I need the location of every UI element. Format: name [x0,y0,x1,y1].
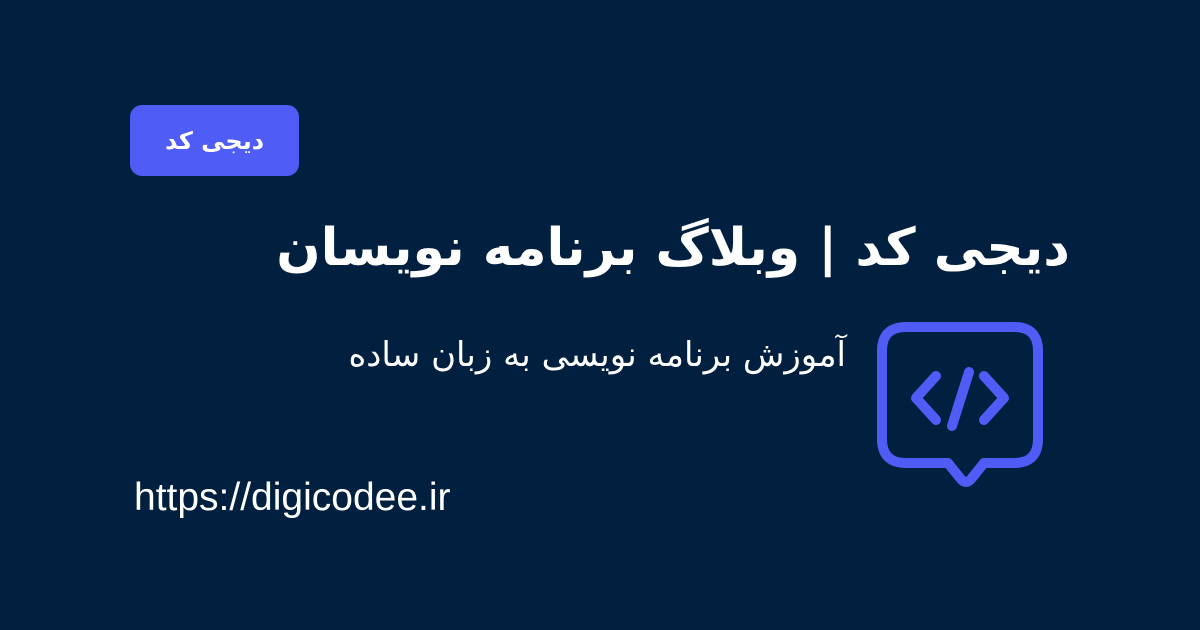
code-slash [947,367,974,431]
brand-badge: دیجی کد [130,105,299,176]
brand-badge-label: دیجی کد [164,126,265,155]
tagline: آموزش برنامه نویسی به زبان ساده [348,335,846,375]
code-bracket-right [979,371,1009,425]
social-card: دیجی کد دیجی کد | وبلاگ برنامه نویسان آم… [0,0,1200,630]
code-bracket-left [911,371,941,425]
page-title: دیجی کد | وبلاگ برنامه نویسان [276,218,1070,278]
code-chat-bubble-icon [872,318,1048,490]
site-url: https://digicodee.ir [134,476,451,519]
